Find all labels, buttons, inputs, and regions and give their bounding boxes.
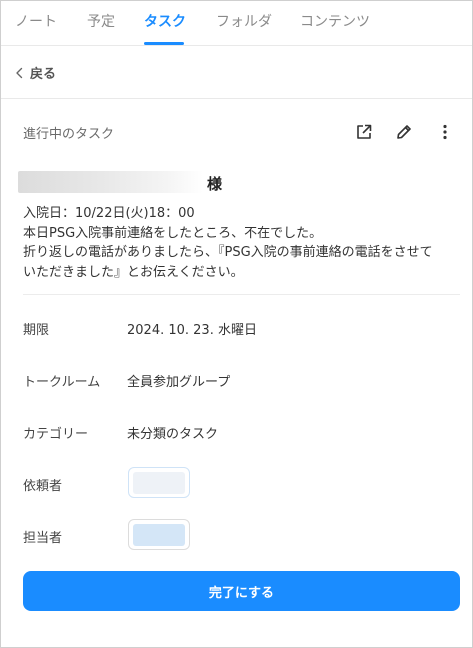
- talkroom-value[interactable]: 全員参加グループ: [127, 371, 230, 390]
- assignee-avatar-image: [133, 523, 185, 546]
- task-status: 進行中のタスク: [23, 127, 115, 142]
- tab-contents[interactable]: コンテンツ: [300, 11, 370, 31]
- back-bar: 戻る: [1, 47, 472, 99]
- requester-avatar-image: [133, 471, 185, 494]
- pencil-icon: [397, 125, 411, 139]
- tab-bar: ノート 予定 タスク フォルダ コンテンツ: [1, 1, 472, 46]
- tab-tasks[interactable]: タスク: [144, 11, 186, 31]
- complete-task-button[interactable]: 完了にする: [23, 571, 460, 611]
- tab-schedule[interactable]: 予定: [87, 11, 115, 31]
- due-label: 期限: [23, 323, 50, 338]
- description-line: 本日PSG入院事前連絡をしたところ、不在でした。: [23, 225, 323, 241]
- requester-avatar[interactable]: [128, 467, 190, 498]
- back-label: 戻る: [30, 67, 57, 82]
- section-divider: [23, 294, 460, 295]
- description-line: 折り返しの電話がありましたら、『PSG入院の事前連絡の電話をさせて: [23, 245, 433, 260]
- active-tab-indicator: [144, 42, 184, 45]
- talkroom-label: トークルーム: [23, 375, 101, 390]
- customer-name-redacted: [18, 171, 203, 193]
- description-line: いただきました』とお伝えください。: [23, 264, 244, 280]
- category-label: カテゴリー: [23, 427, 89, 442]
- assignee-avatar[interactable]: [128, 519, 190, 550]
- requester-label: 依頼者: [23, 479, 63, 494]
- external-link-icon: [357, 124, 372, 139]
- tab-folders[interactable]: フォルダ: [216, 11, 272, 31]
- task-description: 入院日：10/22日(火)18：00 本日PSG入院事前連絡をしたところ、不在で…: [23, 204, 453, 282]
- more-button[interactable]: [434, 121, 456, 143]
- due-value: 2024. 10. 23. 水曜日: [127, 323, 257, 338]
- task-detail-panel: ノート 予定 タスク フォルダ コンテンツ 戻る 進行中のタスク 様 入院日：1…: [0, 0, 473, 648]
- tab-notes[interactable]: ノート: [15, 11, 57, 31]
- description-line: 入院日：10/22日(火)18：00: [23, 206, 195, 221]
- edit-button[interactable]: [393, 121, 415, 143]
- customer-honorific: 様: [207, 175, 223, 193]
- back-button[interactable]: 戻る: [15, 63, 56, 82]
- assignee-label: 担当者: [23, 531, 63, 546]
- chevron-left-icon: [16, 67, 23, 78]
- more-vertical-icon: [443, 124, 447, 140]
- category-value: 未分類のタスク: [127, 427, 219, 442]
- open-external-button[interactable]: [353, 121, 375, 143]
